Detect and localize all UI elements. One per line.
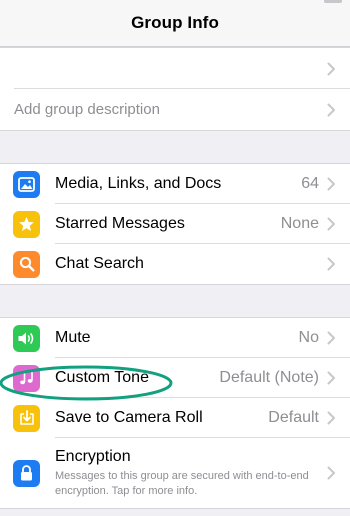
- starred-messages-label: Starred Messages: [55, 215, 185, 232]
- group-description-row[interactable]: Add group description: [0, 89, 350, 130]
- encryption-label: Encryption: [55, 447, 131, 465]
- save-to-camera-roll-row[interactable]: Save to Camera Roll Default: [0, 398, 350, 438]
- media-links-docs-row[interactable]: Media, Links, and Docs 64: [0, 164, 350, 204]
- starred-messages-value: None: [280, 215, 319, 232]
- media-section: Media, Links, and Docs 64 Starred Messag…: [0, 163, 350, 285]
- encryption-description: Messages to this group are secured with …: [55, 469, 309, 497]
- photo-icon: [13, 170, 40, 198]
- media-links-docs-label: Media, Links, and Docs: [55, 175, 222, 192]
- chevron-right-icon: [327, 217, 336, 231]
- group-description-text: Add group description: [14, 101, 160, 118]
- chevron-right-icon: [327, 371, 336, 385]
- custom-tone-value: Default (Note): [219, 369, 319, 386]
- group-details-section: Add group description: [0, 47, 350, 131]
- chevron-right-icon: [327, 411, 336, 425]
- chevron-right-icon: [327, 62, 336, 76]
- mute-value: No: [298, 329, 319, 346]
- chevron-right-icon: [327, 331, 336, 345]
- custom-tone-label: Custom Tone: [55, 369, 149, 386]
- custom-tone-row[interactable]: Custom Tone Default (Note): [0, 358, 350, 398]
- encryption-row[interactable]: Encryption Messages to this group are se…: [0, 438, 350, 508]
- save-to-camera-roll-value: Default: [268, 409, 319, 426]
- chevron-right-icon: [327, 257, 336, 271]
- search-icon: [13, 250, 40, 278]
- chat-search-row[interactable]: Chat Search: [0, 244, 350, 284]
- speaker-icon: [13, 324, 40, 352]
- mute-row[interactable]: Mute No: [0, 318, 350, 358]
- group-subject-row[interactable]: [0, 48, 350, 89]
- mute-label: Mute: [55, 329, 91, 346]
- save-download-icon: [13, 404, 40, 432]
- save-to-camera-roll-label: Save to Camera Roll: [55, 409, 203, 426]
- starred-messages-row[interactable]: Starred Messages None: [0, 204, 350, 244]
- corner-indicator: [324, 0, 342, 3]
- page-title: Group Info: [131, 13, 219, 32]
- nav-bar: Group Info: [0, 0, 350, 47]
- lock-icon: [13, 459, 40, 487]
- encryption-text-group: Encryption Messages to this group are se…: [55, 448, 319, 499]
- chat-search-label: Chat Search: [55, 255, 144, 272]
- media-count: 64: [301, 175, 319, 192]
- chevron-right-icon: [327, 466, 336, 480]
- chevron-right-icon: [327, 103, 336, 117]
- music-note-icon: [13, 364, 40, 392]
- settings-section: Mute No Custom Tone Default (Note) Save …: [0, 317, 350, 509]
- star-icon: [13, 210, 40, 238]
- chevron-right-icon: [327, 177, 336, 191]
